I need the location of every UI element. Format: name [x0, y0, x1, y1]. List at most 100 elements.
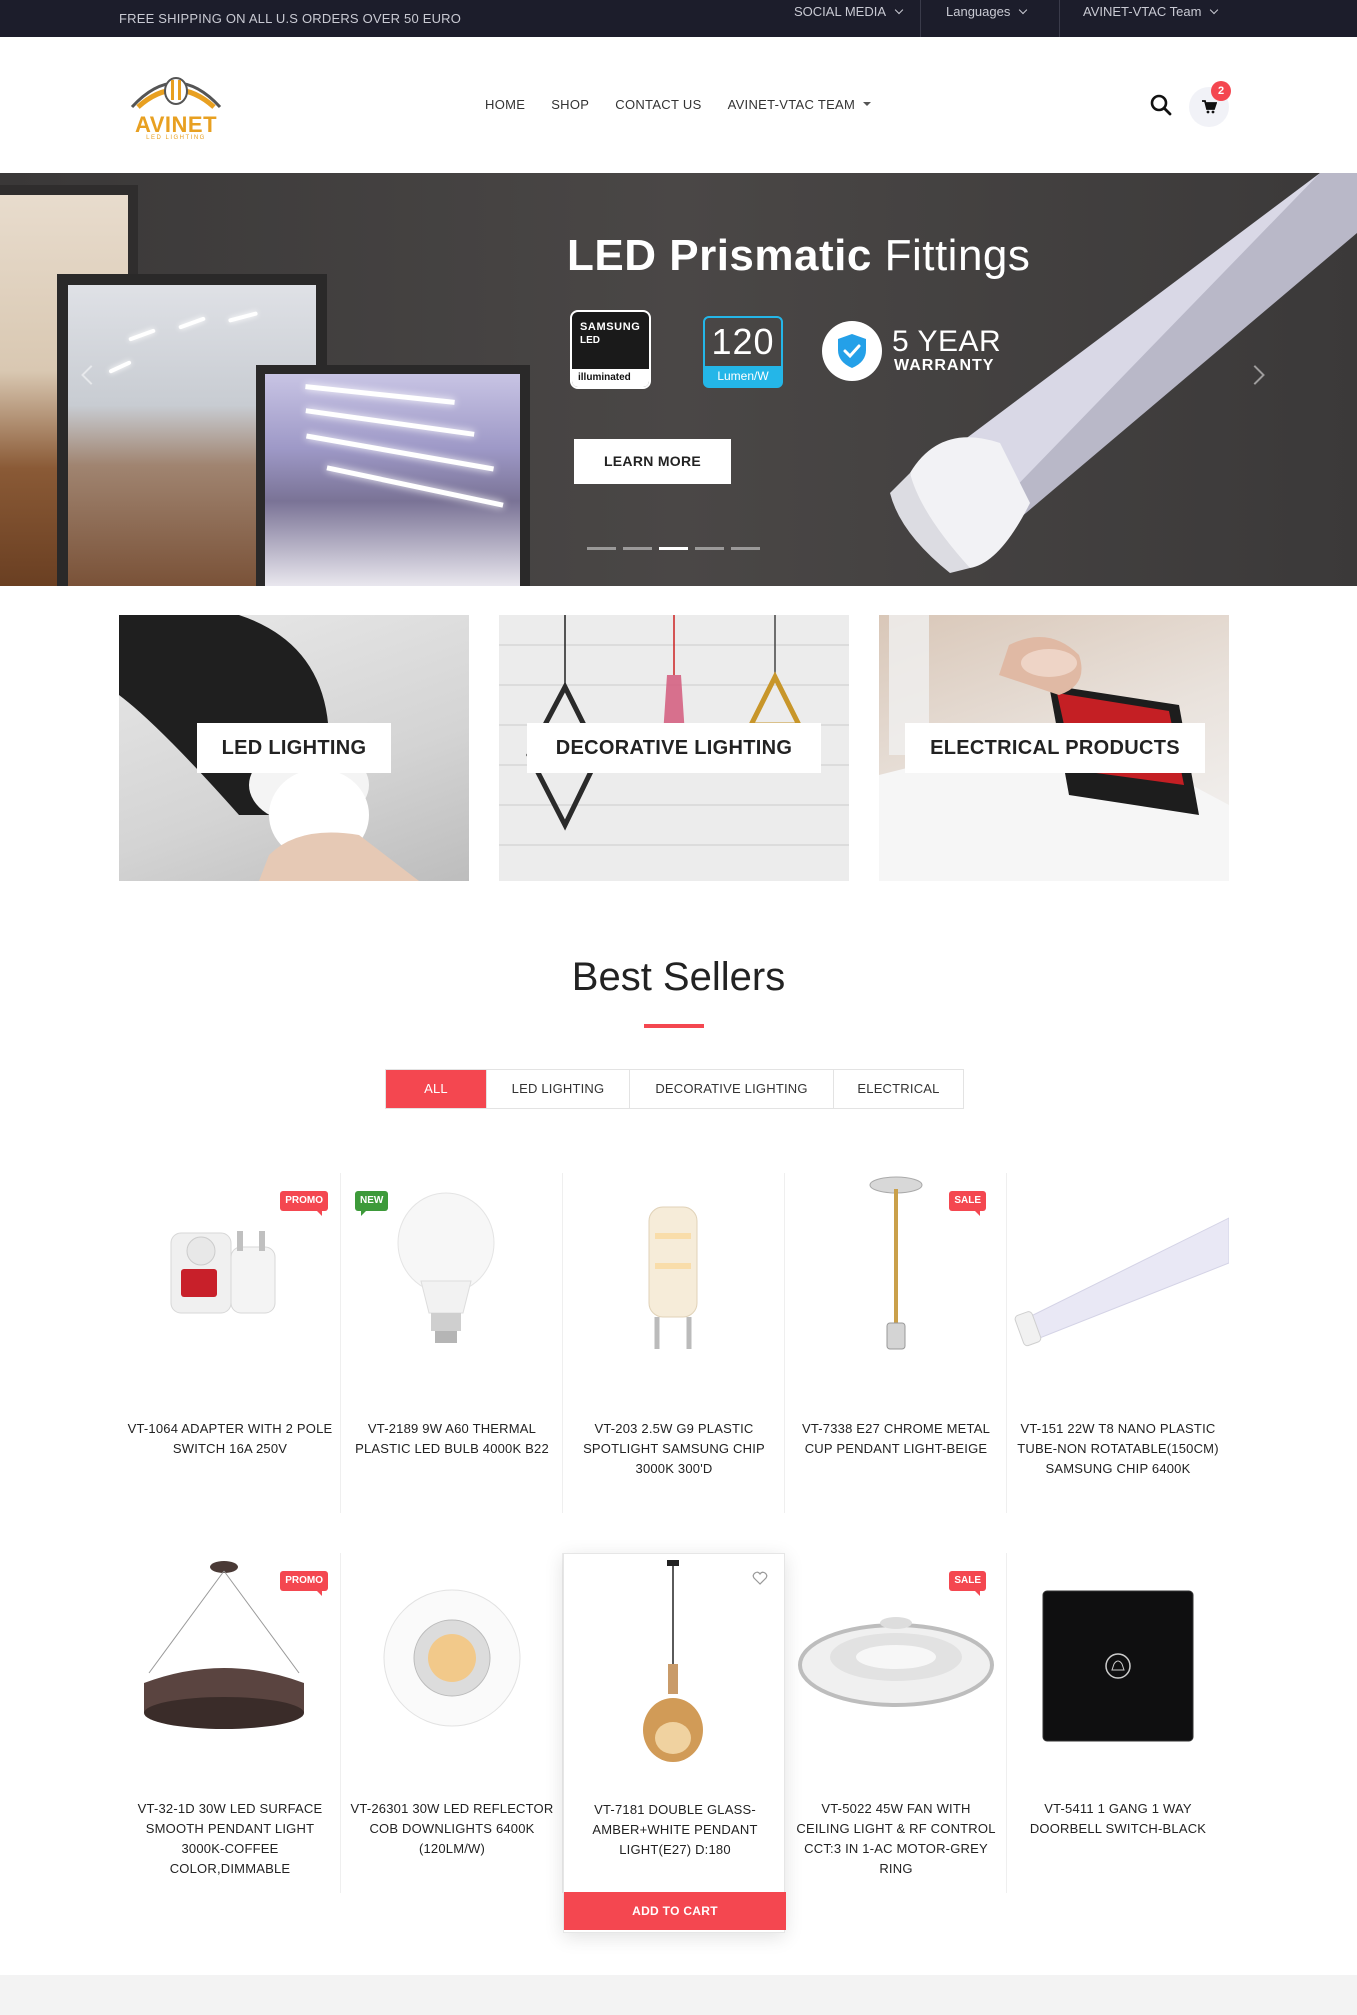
product-image: [383, 1589, 521, 1727]
slider-dot[interactable]: [695, 547, 724, 550]
search-icon[interactable]: [1150, 94, 1172, 116]
hero-ceiling-image: [265, 374, 520, 586]
wishlist-heart-icon[interactable]: [752, 1570, 768, 1586]
product-card[interactable]: PROMO VT-32-1D 30W LED SURFACE SMOOTH PE…: [119, 1553, 341, 1893]
product-name[interactable]: VT-7181 DOUBLE GLASS-AMBER+WHITE PENDANT…: [572, 1800, 778, 1860]
team-label: AVINET-VTAC Team: [1083, 4, 1202, 19]
samsung-led-badge: SAMSUNG LED illuminated: [570, 310, 651, 389]
main-nav: HOME SHOP CONTACT US AVINET-VTAC TEAM: [485, 97, 897, 112]
lumen-value: 120: [711, 321, 775, 362]
ceiling-light: [128, 328, 156, 342]
product-name[interactable]: VT-5022 45W FAN WITH CEILING LIGHT & RF …: [793, 1799, 999, 1879]
languages-dropdown[interactable]: Languages: [946, 0, 1028, 37]
learn-more-button[interactable]: LEARN MORE: [574, 439, 731, 484]
category-electrical-products[interactable]: ELECTRICAL PRODUCTS: [879, 615, 1229, 881]
product-image: [1014, 1217, 1229, 1347]
cart-icon: [1202, 100, 1217, 114]
slider-dot[interactable]: [587, 547, 616, 550]
product-card[interactable]: NEW VT-2189 9W A60 THERMAL PLASTIC LED B…: [341, 1173, 563, 1513]
logo-bulb-icon: [130, 77, 222, 109]
product-badge: PROMO: [280, 1191, 328, 1216]
product-name[interactable]: VT-151 22W T8 NANO PLASTIC TUBE-NON ROTA…: [1015, 1419, 1221, 1479]
slider-dot-active[interactable]: [659, 547, 688, 550]
top-bar: FREE SHIPPING ON ALL U.S ORDERS OVER 50 …: [0, 0, 1357, 37]
add-to-cart-button[interactable]: ADD TO CART: [564, 1892, 786, 1930]
hero-slider: LED Prismatic Fittings SAMSUNG LED illum…: [0, 173, 1357, 586]
ceiling-light: [178, 316, 206, 330]
product-filter-tabs: ALL LED LIGHTING DECORATIVE LIGHTING ELE…: [385, 1069, 964, 1109]
lumen-badge: 120 Lumen/W: [703, 316, 783, 388]
tab-all[interactable]: ALL: [386, 1070, 486, 1108]
product-name[interactable]: VT-1064 ADAPTER WITH 2 POLE SWITCH 16A 2…: [127, 1419, 333, 1459]
illuminated-label: illuminated: [572, 369, 649, 387]
product-image: [648, 1206, 698, 1349]
caret-down-icon: [863, 102, 872, 106]
product-image: [643, 1560, 703, 1762]
product-badge: SALE: [949, 1571, 986, 1596]
category-label: ELECTRICAL PRODUCTS: [905, 723, 1205, 773]
slider-dots: [587, 547, 767, 550]
best-sellers-title: Best Sellers: [571, 955, 786, 999]
site-header: AVINET LED LIGHTING HOME SHOP CONTACT US…: [0, 37, 1357, 173]
ceiling-light: [108, 360, 132, 374]
logo[interactable]: AVINET LED LIGHTING: [124, 69, 228, 147]
category-decorative-lighting[interactable]: DECORATIVE LIGHTING: [499, 615, 849, 881]
product-name[interactable]: VT-32-1D 30W LED SURFACE SMOOTH PENDANT …: [127, 1799, 333, 1879]
ceiling-light: [227, 311, 259, 323]
light-strip: [305, 408, 475, 437]
divider: [1059, 0, 1060, 37]
social-media-label: SOCIAL MEDIA: [794, 4, 886, 19]
led-label: LED: [580, 335, 600, 346]
product-card[interactable]: SALE VT-7338 E27 CHROME METAL CUP PENDAN…: [785, 1173, 1007, 1513]
title-underline: [644, 1024, 704, 1028]
nav-team-label: AVINET-VTAC TEAM: [727, 97, 856, 112]
product-badge: PROMO: [280, 1571, 328, 1596]
team-dropdown[interactable]: AVINET-VTAC Team: [1083, 0, 1219, 37]
product-name[interactable]: VT-5411 1 GANG 1 WAY DOORBELL SWITCH-BLA…: [1015, 1799, 1221, 1839]
product-card[interactable]: SALE VT-5022 45W FAN WITH CEILING LIGHT …: [785, 1553, 1007, 1893]
category-label: LED LIGHTING: [197, 723, 391, 773]
light-strip: [326, 465, 504, 508]
product-name[interactable]: VT-2189 9W A60 THERMAL PLASTIC LED BULB …: [349, 1419, 555, 1459]
nav-team[interactable]: AVINET-VTAC TEAM: [728, 97, 872, 112]
product-card[interactable]: VT-5411 1 GANG 1 WAY DOORBELL SWITCH-BLA…: [1007, 1553, 1229, 1893]
category-led-lighting[interactable]: LED LIGHTING: [119, 615, 469, 881]
product-name[interactable]: VT-203 2.5W G9 PLASTIC SPOTLIGHT SAMSUNG…: [571, 1419, 777, 1479]
shipping-notice: FREE SHIPPING ON ALL U.S ORDERS OVER 50 …: [119, 11, 462, 26]
languages-label: Languages: [946, 4, 1011, 19]
product-badge: NEW: [355, 1191, 389, 1216]
product-image: [1042, 1590, 1194, 1742]
slider-dot[interactable]: [623, 547, 652, 550]
tab-decorative-lighting[interactable]: DECORATIVE LIGHTING: [629, 1070, 833, 1108]
samsung-label: SAMSUNG: [580, 321, 641, 333]
chevron-down-icon: [1210, 5, 1219, 15]
footer-strip: [0, 1975, 1357, 2015]
nav-home[interactable]: HOME: [485, 97, 525, 112]
product-name[interactable]: VT-26301 30W LED REFLECTOR COB DOWNLIGHT…: [349, 1799, 555, 1859]
nav-contact[interactable]: CONTACT US: [615, 97, 701, 112]
category-label: DECORATIVE LIGHTING: [527, 723, 821, 773]
lumen-unit: Lumen/W: [705, 366, 781, 386]
tab-led-lighting[interactable]: LED LIGHTING: [486, 1070, 629, 1108]
product-badge: SALE: [949, 1191, 986, 1216]
cart-count-badge: 2: [1211, 81, 1231, 101]
nav-shop[interactable]: SHOP: [551, 97, 589, 112]
led-fitting-image: [890, 173, 1357, 573]
chevron-down-icon: [894, 5, 904, 15]
logo-subtitle: LED LIGHTING: [146, 135, 206, 141]
product-card[interactable]: PROMO VT-1064 ADAPTER WITH 2 POLE SWITCH…: [119, 1173, 341, 1513]
product-card[interactable]: VT-26301 30W LED REFLECTOR COB DOWNLIGHT…: [341, 1553, 563, 1893]
tab-electrical[interactable]: ELECTRICAL: [833, 1070, 963, 1108]
hero-title-bold: LED Prismatic: [567, 231, 872, 280]
cart-button[interactable]: 2: [1189, 81, 1231, 127]
light-strip: [306, 433, 494, 472]
chevron-down-icon: [1019, 5, 1028, 15]
divider: [920, 0, 921, 37]
slider-dot[interactable]: [731, 547, 760, 550]
social-media-dropdown[interactable]: SOCIAL MEDIA: [794, 0, 904, 37]
product-card[interactable]: VT-151 22W T8 NANO PLASTIC TUBE-NON ROTA…: [1007, 1173, 1229, 1513]
light-strip: [305, 384, 455, 405]
product-card-hovered[interactable]: VT-7181 DOUBLE GLASS-AMBER+WHITE PENDANT…: [563, 1553, 786, 1933]
product-card[interactable]: VT-203 2.5W G9 PLASTIC SPOTLIGHT SAMSUNG…: [563, 1173, 785, 1513]
product-name[interactable]: VT-7338 E27 CHROME METAL CUP PENDANT LIG…: [793, 1419, 999, 1459]
